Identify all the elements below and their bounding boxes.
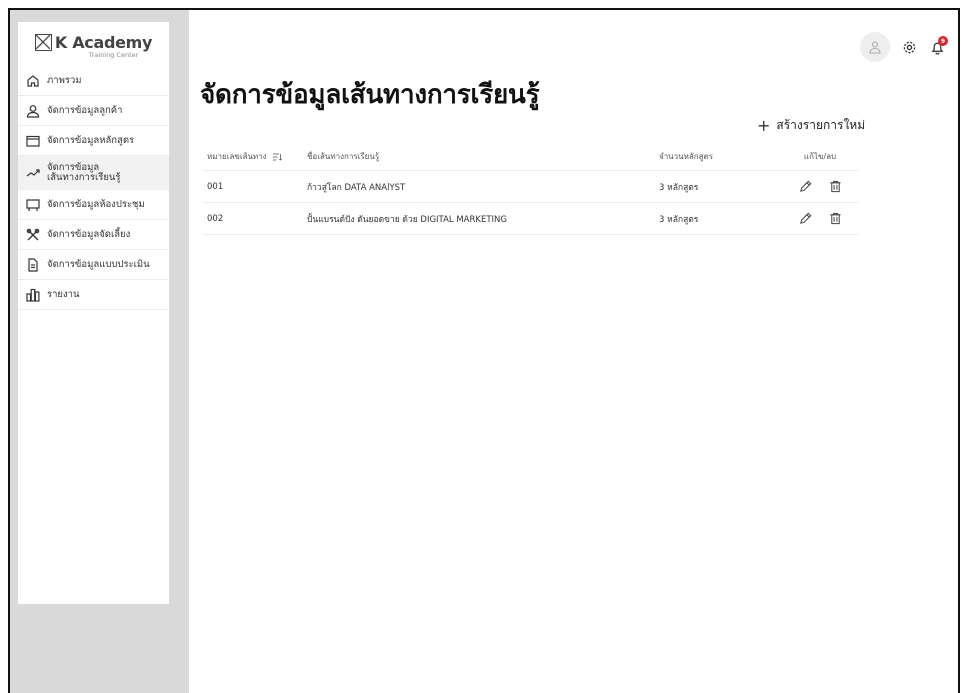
course-count: 3 หลักสูตร	[659, 182, 699, 193]
brand-subtitle: Training Center	[88, 51, 139, 59]
create-new-button[interactable]: + สร้างรายการใหม่	[757, 116, 865, 135]
user-avatar[interactable]	[860, 32, 890, 62]
sidebar-item-label: จัดการข้อมูล เส้นทางการเรียนรู้	[47, 161, 121, 183]
edit-button[interactable]	[797, 211, 813, 227]
course-count: 3 หลักสูตร	[659, 214, 699, 225]
sidebar-item-customers[interactable]: จัดการข้อมูลลูกค้า	[18, 96, 169, 126]
path-name: ก้าวสู่โลก DATA ANAlYST	[307, 182, 406, 193]
create-new-label: สร้างรายการใหม่	[776, 118, 866, 132]
notification-badge: 9	[938, 36, 948, 46]
user-avatar-icon	[869, 41, 881, 54]
column-header-name: ชื่อเส้นทางการเรียนรู้	[307, 152, 380, 161]
sidebar-item-reports[interactable]: รายงาน	[18, 280, 169, 310]
delete-button[interactable]	[827, 179, 843, 195]
document-icon	[26, 257, 40, 272]
folder-icon	[26, 134, 40, 148]
topbar-actions: 9	[860, 32, 948, 62]
gear-icon	[903, 41, 915, 53]
sidebar-item-label: จัดการข้อมูลจัดเลี้ยง	[47, 228, 131, 240]
path-id: 002	[207, 213, 224, 224]
sidebar-item-overview[interactable]: ภาพรวม	[18, 66, 169, 96]
learning-path-table: หมายเลขเส้นทาง ชื่อเส้นทางการเรียนรู้ จำ…	[203, 143, 859, 235]
sidebar-item-label: จัดการข้อมูลลูกค้า	[47, 104, 123, 116]
brand-name: K Academy	[54, 33, 153, 52]
trend-icon	[26, 166, 40, 180]
column-header-courses: จำนวนหลักสูตร	[659, 152, 714, 161]
logo-mark-icon	[34, 34, 52, 51]
sidebar-item-label: จัดการข้อมูลห้องประชุม	[47, 198, 145, 210]
edit-button[interactable]	[797, 179, 813, 195]
trash-icon	[829, 212, 841, 225]
pencil-icon	[799, 212, 811, 224]
report-icon	[26, 288, 40, 302]
home-icon	[26, 74, 40, 88]
settings-button[interactable]	[900, 38, 918, 56]
notifications-button[interactable]: 9	[928, 36, 948, 56]
sidebar-item-catering[interactable]: จัดการข้อมูลจัดเลี้ยง	[18, 220, 169, 250]
page-title: จัดการข้อมูลเส้นทางการเรียนรู้	[200, 80, 540, 110]
sidebar-item-evaluations[interactable]: จัดการข้อมูลแบบประเมิน	[18, 250, 169, 280]
catering-icon	[26, 228, 40, 242]
sidebar-item-meeting-rooms[interactable]: จัดการข้อมูลห้องประชุม	[18, 190, 169, 220]
brand-logo[interactable]: K Academy Training Center	[18, 22, 169, 66]
meeting-room-icon	[26, 198, 40, 212]
table-row[interactable]: 001 ก้าวสู่โลก DATA ANAlYST 3 หลักสูตร	[203, 171, 859, 203]
column-header-actions: แก้ไข/ลบ	[803, 152, 837, 161]
sidebar-item-label: จัดการข้อมูลหลักสูตร	[47, 134, 135, 146]
delete-button[interactable]	[827, 211, 843, 227]
path-name: ปั้นแบรนด์ปัง ดันยอดขาย ด้วย DIGITAL MAR…	[307, 214, 507, 225]
table-header: หมายเลขเส้นทาง ชื่อเส้นทางการเรียนรู้ จำ…	[203, 143, 859, 171]
sidebar-item-label: จัดการข้อมูลแบบประเมิน	[47, 258, 150, 270]
trash-icon	[829, 180, 841, 193]
sidebar-item-learning-paths[interactable]: จัดการข้อมูล เส้นทางการเรียนรู้	[18, 156, 169, 190]
sort-icon[interactable]	[272, 153, 282, 161]
pencil-icon	[799, 180, 811, 192]
sidebar-item-label: ภาพรวม	[47, 74, 82, 86]
plus-icon: +	[757, 115, 771, 135]
user-icon	[26, 104, 40, 118]
path-id: 001	[207, 181, 224, 192]
sidebar-item-courses[interactable]: จัดการข้อมูลหลักสูตร	[18, 126, 169, 156]
column-header-id[interactable]: หมายเลขเส้นทาง	[203, 150, 307, 163]
sidebar: K Academy Training Center ภาพรวม จัดการข…	[18, 22, 169, 604]
table-row[interactable]: 002 ปั้นแบรนด์ปัง ดันยอดขาย ด้วย DIGITAL…	[203, 203, 859, 235]
sidebar-item-label: รายงาน	[47, 288, 80, 300]
